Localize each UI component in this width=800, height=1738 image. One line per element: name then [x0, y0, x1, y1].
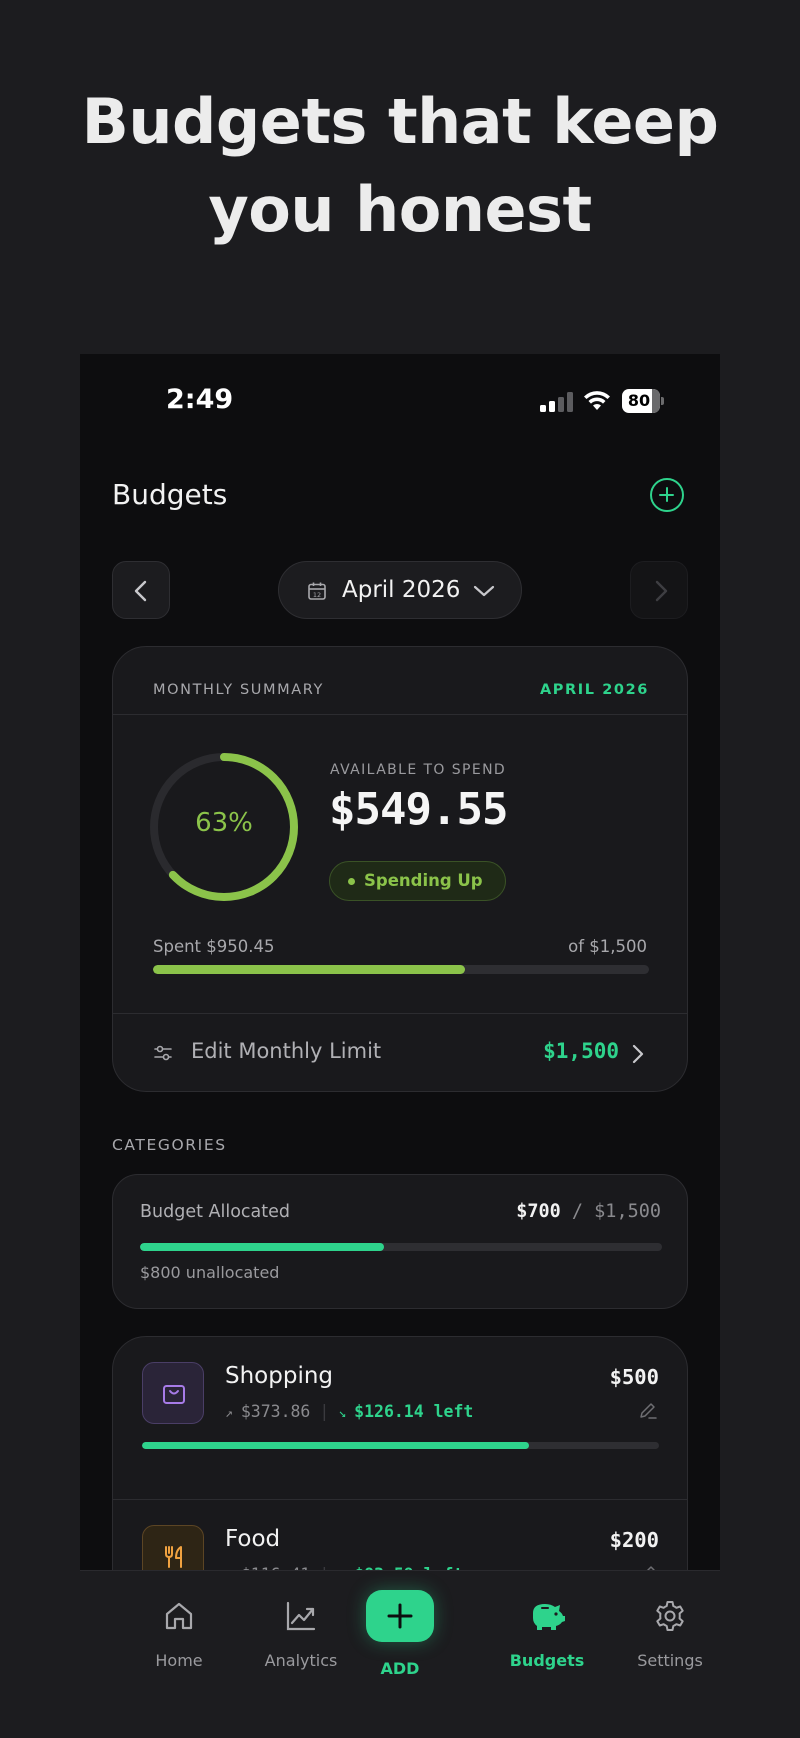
promo-headline: Budgets that keep you honest	[0, 78, 800, 254]
tab-settings[interactable]: Settings	[615, 1571, 720, 1691]
limit-amount: of $1,500	[568, 937, 647, 956]
cellular-signal-icon	[540, 392, 574, 412]
spent-progress-fill	[153, 965, 466, 974]
spent-progress-ring: 63%	[145, 748, 303, 906]
monthly-summary-card: MONTHLY SUMMARY APRIL 2026 63% AVAILABLE…	[112, 646, 688, 1092]
piggy-bank-icon	[533, 1604, 565, 1630]
category-progress-bar	[142, 1442, 659, 1449]
month-selector[interactable]: 12 April 2026	[278, 561, 522, 619]
tab-analytics-label: Analytics	[264, 1651, 338, 1670]
tab-budgets-label: Budgets	[509, 1651, 585, 1670]
summary-header: MONTHLY SUMMARY APRIL 2026	[113, 647, 687, 715]
add-label: ADD	[380, 1659, 420, 1678]
allocated-label: Budget Allocated	[140, 1202, 290, 1222]
available-value: $549.55	[329, 784, 508, 835]
pencil-icon[interactable]	[638, 1400, 658, 1420]
tab-budgets[interactable]: Budgets	[492, 1571, 602, 1691]
add-transaction-button[interactable]	[366, 1590, 434, 1642]
wifi-icon	[584, 391, 610, 410]
category-budget: $200	[609, 1528, 659, 1552]
chart-line-icon	[286, 1601, 316, 1631]
svg-text:12: 12	[313, 591, 321, 599]
add-budget-button[interactable]	[650, 478, 684, 512]
category-spend-info: ↗ $373.86 | ↘ $126.14 left	[225, 1402, 474, 1421]
allocated-progress-bar	[140, 1243, 662, 1251]
spending-trend-badge: Spending Up	[329, 861, 506, 901]
status-bar: 2:49 80	[80, 354, 720, 449]
chevron-right-icon	[632, 1044, 644, 1064]
home-icon	[165, 1602, 193, 1630]
allocated-progress-fill	[140, 1243, 384, 1251]
plus-icon	[387, 1603, 413, 1629]
arrow-up-right-icon: ↗	[225, 1406, 233, 1421]
status-time: 2:49	[166, 384, 234, 415]
next-month-button[interactable]	[630, 561, 688, 619]
tab-analytics[interactable]: Analytics	[246, 1571, 356, 1691]
summary-month: APRIL 2026	[539, 682, 649, 698]
chevron-down-icon	[473, 585, 495, 597]
battery-level: 80	[627, 391, 651, 410]
ring-percent: 63%	[195, 808, 253, 838]
previous-month-button[interactable]	[112, 561, 170, 619]
battery-icon: 80	[622, 389, 664, 413]
category-budget: $500	[609, 1365, 659, 1389]
chevron-right-icon	[655, 580, 668, 602]
category-name: Food	[225, 1526, 281, 1552]
headline-line-2: you honest	[208, 173, 592, 246]
chevron-left-icon	[134, 580, 147, 602]
edit-monthly-limit-row[interactable]: Edit Monthly Limit $1,500	[113, 1013, 687, 1091]
category-remaining: $126.14 left	[354, 1402, 474, 1421]
trend-down-icon: ↘	[338, 1406, 347, 1421]
categories-section-label: CATEGORIES	[112, 1136, 227, 1154]
spent-progress-bar	[153, 965, 649, 974]
tab-home[interactable]: Home	[124, 1571, 234, 1691]
phone-screen: 2:49 80 Budgets 12 April 2026 MONTHLY SU…	[80, 354, 720, 1738]
tab-home-label: Home	[155, 1651, 203, 1670]
summary-label: MONTHLY SUMMARY	[153, 682, 324, 698]
edit-limit-value: $1,500	[543, 1039, 619, 1063]
spent-amount: Spent $950.45	[153, 937, 275, 956]
edit-limit-label: Edit Monthly Limit	[191, 1039, 382, 1063]
month-label: April 2026	[342, 577, 461, 603]
category-progress-fill	[142, 1442, 529, 1449]
available-label: AVAILABLE TO SPEND	[330, 762, 507, 778]
bottom-tab-bar: Home Analytics ADD Budgets Settings	[80, 1570, 720, 1738]
unallocated-amount: $800 unallocated	[140, 1263, 280, 1282]
gear-icon	[656, 1601, 684, 1631]
headline-line-1: Budgets that keep	[81, 85, 719, 158]
shopping-bag-icon	[142, 1362, 204, 1424]
sliders-icon	[154, 1045, 172, 1061]
calendar-icon: 12	[308, 582, 326, 600]
category-row-shopping[interactable]: Shopping ↗ $373.86 | ↘ $126.14 left $500	[113, 1362, 687, 1499]
tab-settings-label: Settings	[637, 1651, 703, 1670]
category-name: Shopping	[225, 1363, 334, 1389]
allocated-amount: $700 / $1,500	[516, 1201, 661, 1222]
page-title: Budgets	[112, 478, 228, 511]
budget-allocated-card: Budget Allocated $700 / $1,500 $800 unal…	[112, 1174, 688, 1309]
category-spent: $373.86	[240, 1402, 311, 1421]
